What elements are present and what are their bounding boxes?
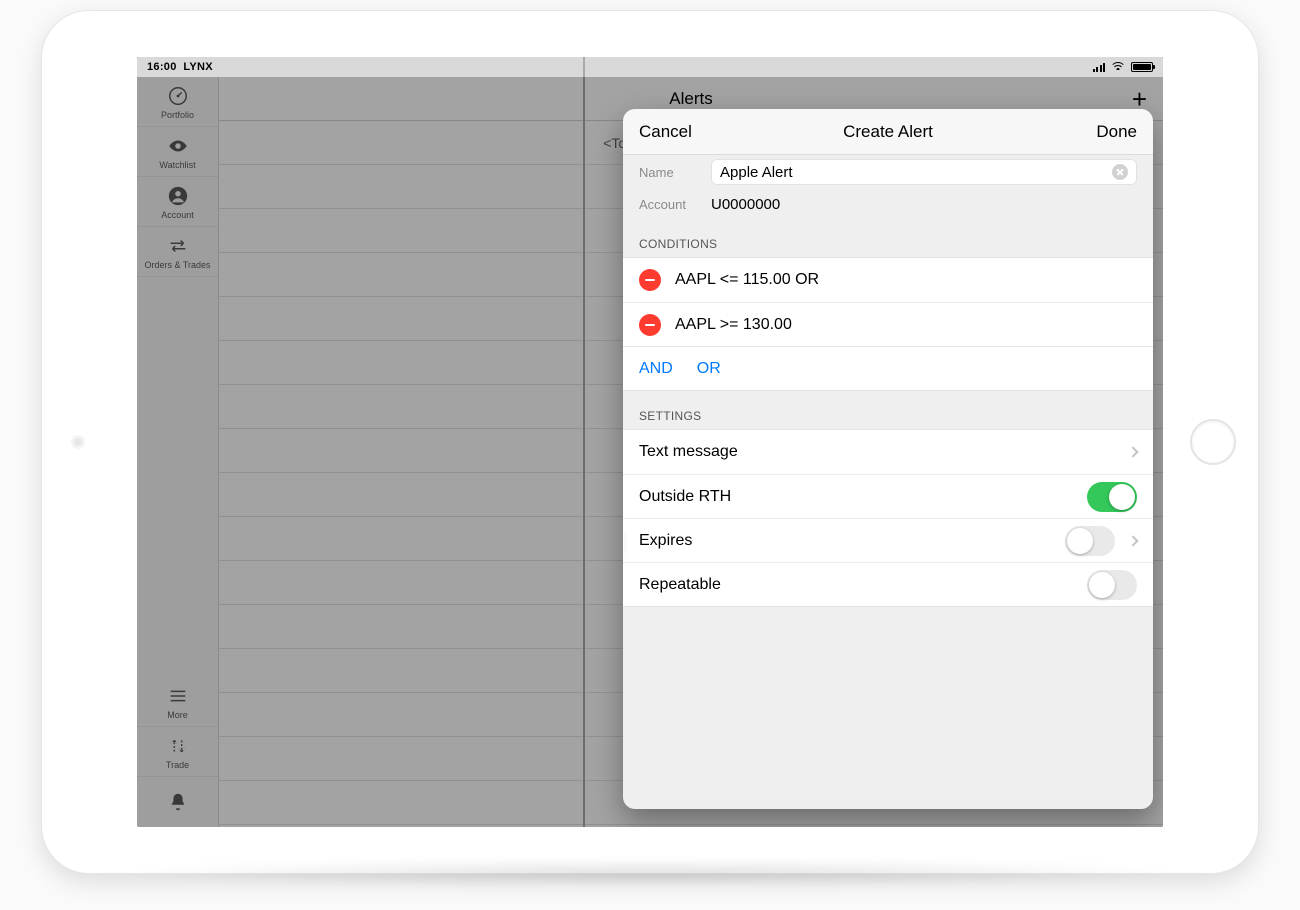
condition-row[interactable]: AAPL >= 130.00: [623, 302, 1153, 346]
battery-icon: [1131, 62, 1153, 72]
front-camera: [74, 438, 82, 446]
condition-text: AAPL >= 130.00: [675, 316, 792, 334]
setting-label: Expires: [639, 532, 692, 550]
status-carrier: LYNX: [183, 61, 213, 73]
popover-caret: [623, 531, 624, 555]
conditions-list: AAPL <= 115.00 OR AAPL >= 130.00: [623, 257, 1153, 347]
chevron-right-icon: [1127, 446, 1138, 457]
signal-icon: [1093, 63, 1106, 72]
remove-condition-icon[interactable]: [639, 314, 661, 336]
cancel-button[interactable]: Cancel: [639, 122, 699, 142]
setting-outside-rth: Outside RTH: [623, 474, 1153, 518]
status-bar: 16:00 LYNX: [137, 57, 1163, 77]
alert-name-value: Apple Alert: [720, 164, 793, 181]
chevron-right-icon: [1127, 535, 1138, 546]
home-button[interactable]: [1190, 419, 1236, 465]
setting-label: Text message: [639, 443, 738, 461]
settings-list: Text message Outside RTH Expires Repeata…: [623, 429, 1153, 607]
condition-text: AAPL <= 115.00 OR: [675, 271, 819, 289]
account-row: Account U0000000: [623, 189, 1153, 219]
account-label: Account: [639, 197, 699, 212]
expires-toggle[interactable]: [1065, 526, 1115, 556]
alert-name-input[interactable]: Apple Alert: [711, 159, 1137, 185]
create-alert-popover: Cancel Create Alert Done Name Apple Aler…: [623, 109, 1153, 809]
setting-repeatable: Repeatable: [623, 562, 1153, 606]
name-row: Name Apple Alert: [623, 155, 1153, 189]
status-time: 16:00: [147, 61, 177, 73]
repeatable-toggle[interactable]: [1087, 570, 1137, 600]
done-button[interactable]: Done: [1077, 122, 1137, 142]
status-left: 16:00 LYNX: [147, 61, 213, 73]
setting-label: Repeatable: [639, 576, 721, 594]
condition-row[interactable]: AAPL <= 115.00 OR: [623, 258, 1153, 302]
setting-expires[interactable]: Expires: [623, 518, 1153, 562]
clear-name-icon[interactable]: [1112, 164, 1128, 180]
remove-condition-icon[interactable]: [639, 269, 661, 291]
wifi-icon: [1111, 62, 1125, 72]
setting-text-message[interactable]: Text message: [623, 430, 1153, 474]
logic-and-button[interactable]: AND: [639, 360, 673, 378]
conditions-heading: CONDITIONS: [623, 219, 1153, 257]
tablet-frame: 16:00 LYNX Portfolio: [41, 10, 1259, 874]
logic-or-button[interactable]: OR: [697, 360, 721, 378]
logic-row: AND OR: [623, 347, 1153, 391]
setting-label: Outside RTH: [639, 488, 731, 506]
popover-header: Cancel Create Alert Done: [623, 109, 1153, 155]
popover-title: Create Alert: [843, 122, 933, 142]
status-right: [1093, 62, 1154, 72]
outside-rth-toggle[interactable]: [1087, 482, 1137, 512]
settings-heading: SETTINGS: [623, 391, 1153, 429]
name-label: Name: [639, 165, 699, 180]
account-value: U0000000: [711, 196, 780, 213]
screen: 16:00 LYNX Portfolio: [137, 57, 1163, 827]
